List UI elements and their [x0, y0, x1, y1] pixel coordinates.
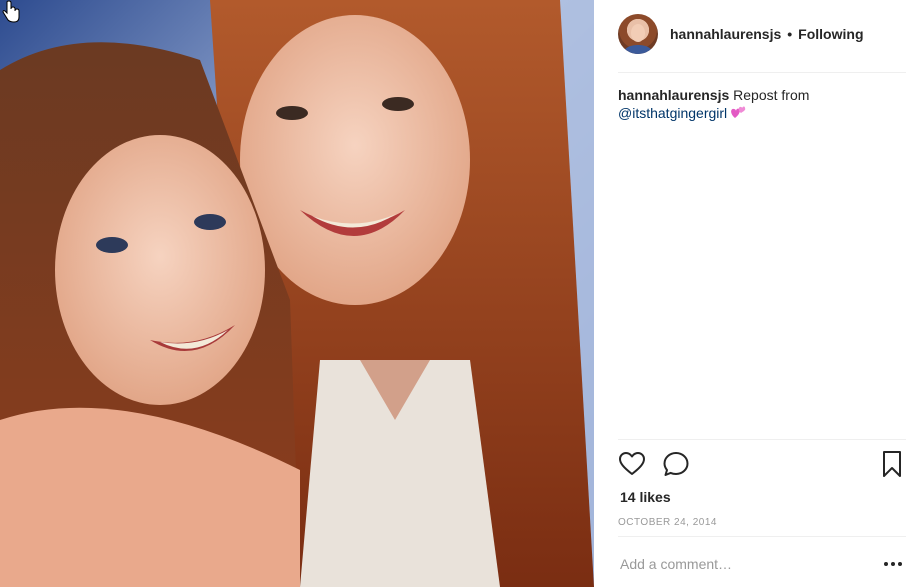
following-button[interactable]: Following	[798, 26, 863, 42]
avatar[interactable]	[618, 14, 658, 54]
ellipsis-icon[interactable]	[882, 554, 904, 574]
username-link[interactable]: hannahlaurensjs	[670, 26, 781, 42]
post-photo[interactable]	[0, 0, 594, 587]
comment-row	[618, 548, 906, 580]
post-actions	[618, 450, 906, 480]
two-hearts-emoji-icon	[731, 106, 746, 118]
photo-illustration	[0, 0, 594, 587]
bookmark-icon[interactable]	[878, 450, 906, 478]
caption-username-link[interactable]: hannahlaurensjs	[618, 87, 729, 103]
hand-cursor-icon	[2, 0, 20, 23]
comment-divider	[618, 536, 906, 537]
post-side-panel: hannahlaurensjs • Following hannahlauren…	[594, 0, 924, 587]
actions-divider	[618, 439, 906, 440]
header-divider	[618, 72, 906, 73]
avatar-shirt	[624, 45, 652, 54]
caption-text: Repost from	[733, 87, 810, 103]
caption-mention-link[interactable]: @itsthatgingergirl	[618, 105, 727, 121]
separator-dot: •	[787, 26, 793, 42]
likes-count[interactable]: 14 likes	[620, 489, 671, 505]
post-date: OCTOBER 24, 2014	[618, 517, 717, 528]
avatar-face	[631, 24, 645, 42]
post-caption: hannahlaurensjs Repost from @itsthatging…	[618, 86, 906, 122]
post-header: hannahlaurensjs • Following	[618, 13, 906, 55]
speech-bubble-icon[interactable]	[662, 450, 690, 478]
comment-input[interactable]	[620, 554, 870, 574]
heart-outline-icon[interactable]	[618, 450, 646, 478]
